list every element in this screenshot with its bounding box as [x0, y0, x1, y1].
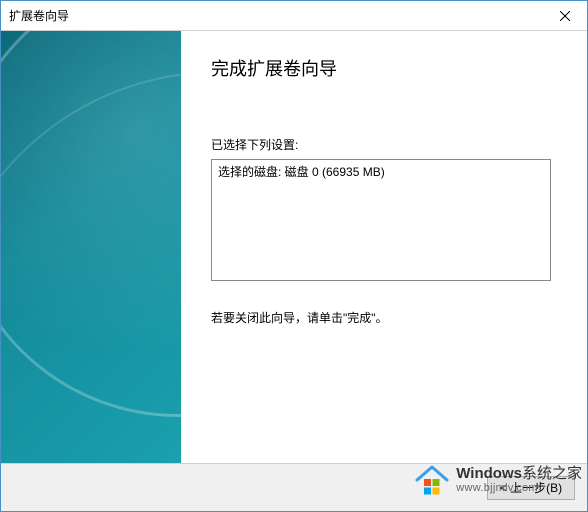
wizard-sidebar-graphic [1, 31, 181, 463]
body-area: 完成扩展卷向导 已选择下列设置: 选择的磁盘: 磁盘 0 (66935 MB) … [1, 31, 587, 463]
selected-disk-line: 选择的磁盘: 磁盘 0 (66935 MB) [218, 163, 544, 180]
close-hint-text: 若要关闭此向导，请单击"完成"。 [211, 309, 557, 326]
content-pane: 完成扩展卷向导 已选择下列设置: 选择的磁盘: 磁盘 0 (66935 MB) … [181, 31, 587, 463]
wizard-footer: < 上一步(B) [1, 463, 587, 511]
page-heading: 完成扩展卷向导 [211, 55, 557, 81]
wizard-window: 扩展卷向导 完成扩展卷向导 已选择下列设置: 选择的磁盘: 磁盘 0 (6693… [0, 0, 588, 512]
settings-label: 已选择下列设置: [211, 136, 557, 153]
close-icon [560, 11, 570, 21]
titlebar: 扩展卷向导 [1, 1, 587, 31]
close-button[interactable] [542, 1, 587, 30]
back-button[interactable]: < 上一步(B) [487, 476, 575, 500]
window-title: 扩展卷向导 [9, 7, 69, 24]
settings-summary-box: 选择的磁盘: 磁盘 0 (66935 MB) [211, 159, 551, 281]
